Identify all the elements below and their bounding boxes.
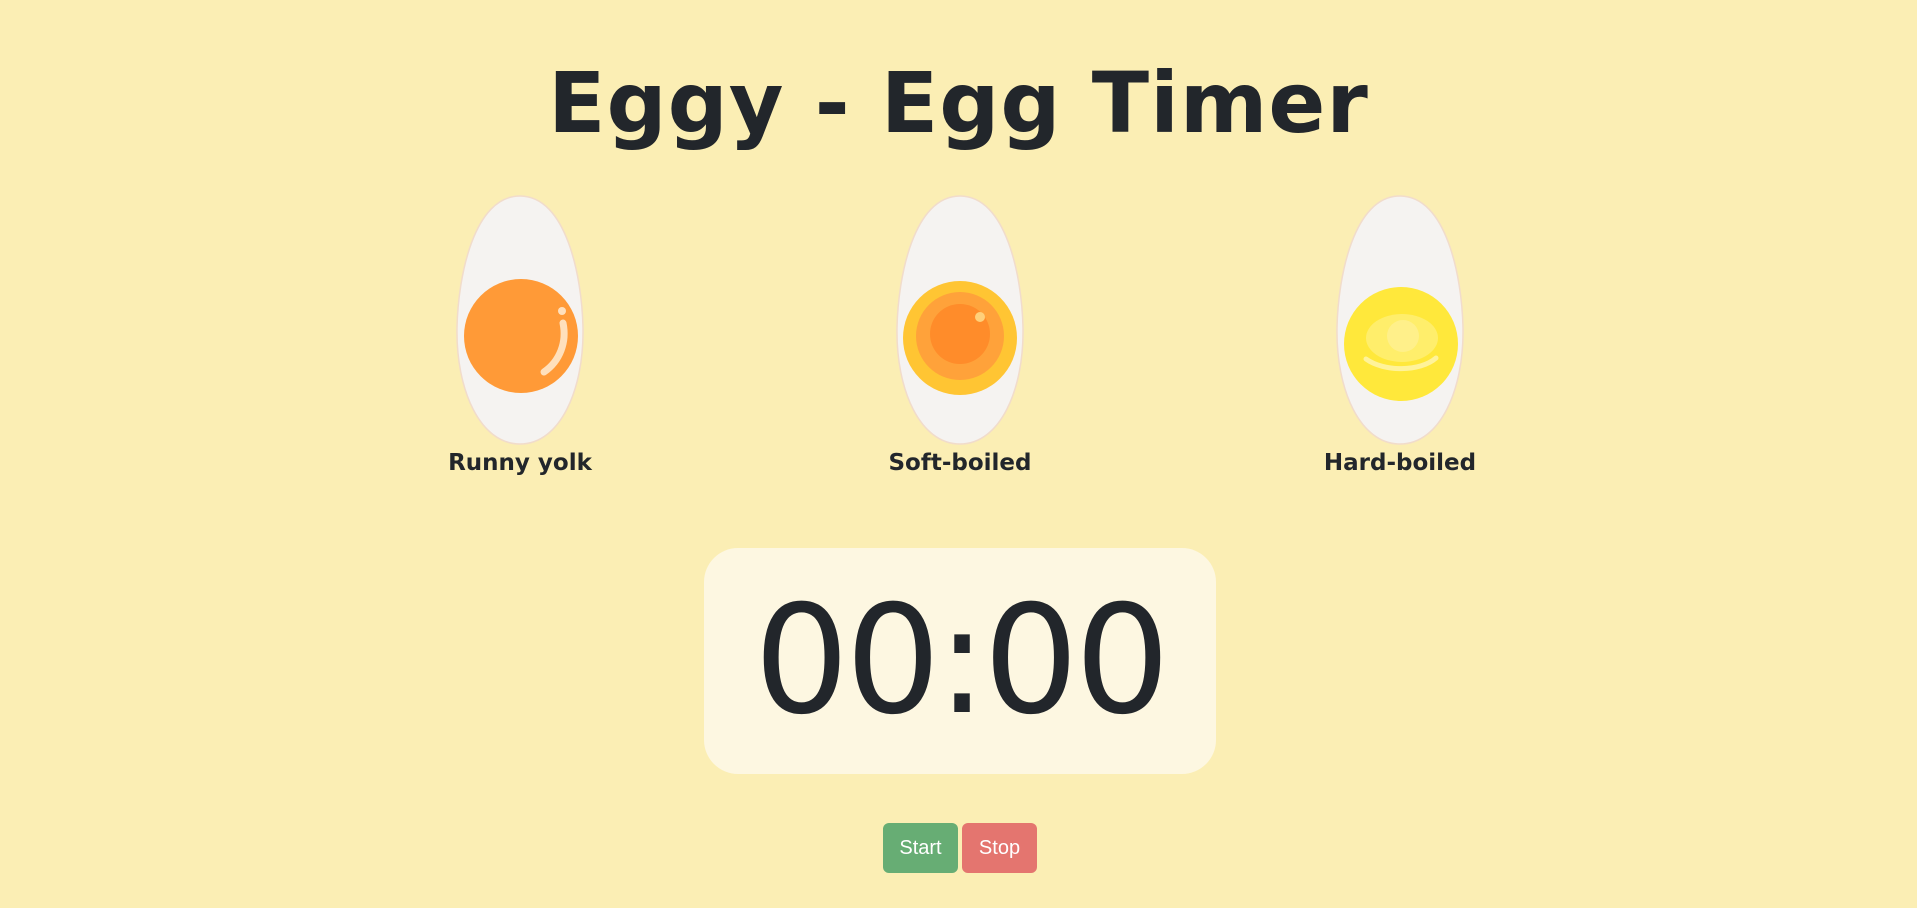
page-title: Eggy - Egg Timer [548, 54, 1369, 152]
timer-display: 00:00 [753, 574, 1170, 748]
egg-label-runny-yolk: Runny yolk [448, 450, 592, 476]
egg-option-soft-boiled[interactable]: Soft-boiled [840, 194, 1080, 484]
egg-label-soft-boiled: Soft-boiled [888, 450, 1032, 476]
start-button[interactable]: Start [883, 823, 958, 873]
egg-option-runny-yolk[interactable]: Runny yolk [400, 194, 640, 484]
hard-boiled-egg-icon [1336, 195, 1464, 445]
runny-yolk-egg-icon [456, 195, 584, 445]
soft-boiled-egg-icon [896, 195, 1024, 445]
egg-label-hard-boiled: Hard-boiled [1323, 450, 1477, 476]
egg-option-hard-boiled[interactable]: Hard-boiled [1280, 194, 1520, 484]
timer-panel: 00:00 [704, 548, 1216, 774]
stop-button[interactable]: Stop [962, 823, 1037, 873]
